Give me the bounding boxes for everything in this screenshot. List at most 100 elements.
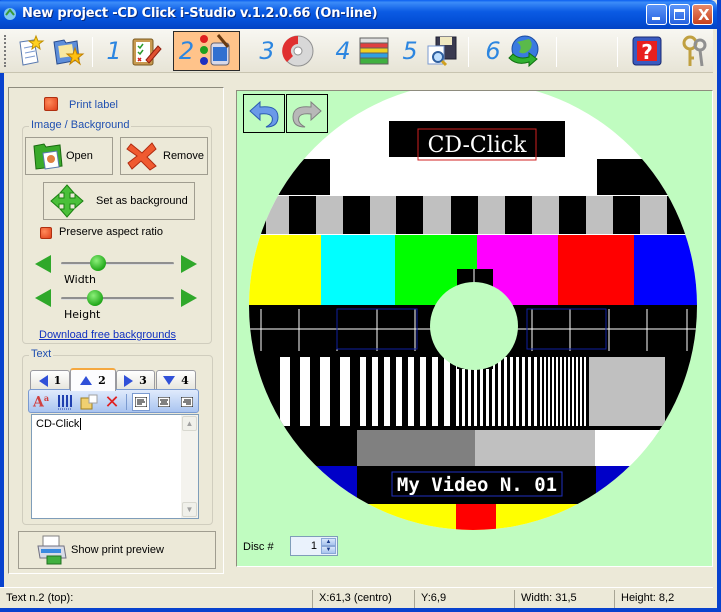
gray-scale-dark xyxy=(357,430,475,466)
preserve-aspect-checkbox[interactable] xyxy=(40,227,52,239)
tab-text-2[interactable]: 2 xyxy=(70,368,116,391)
step-number: 2 xyxy=(178,37,195,65)
text-tools-bar: Aa ✕ xyxy=(28,389,199,413)
toolbar-grip[interactable] xyxy=(4,35,6,67)
tools-separator xyxy=(126,394,127,410)
resolution-bar xyxy=(300,357,310,426)
resolution-bar xyxy=(408,357,414,426)
remove-label: Remove xyxy=(163,150,204,162)
width-decrease-arrow-icon[interactable] xyxy=(35,255,51,273)
checker-black-block xyxy=(613,196,640,234)
height-increase-arrow-icon[interactable] xyxy=(181,289,197,307)
color-bar xyxy=(634,235,697,305)
redo-button[interactable] xyxy=(286,94,328,133)
step-5-button[interactable]: 5 xyxy=(400,31,460,71)
scroll-down-button[interactable]: ▼ xyxy=(182,502,197,517)
barcode-icon xyxy=(58,395,72,410)
align-left-button[interactable] xyxy=(132,393,150,411)
tab-text-4[interactable]: 4 xyxy=(156,370,196,390)
barcode-button[interactable] xyxy=(56,393,74,411)
step-number: 6 xyxy=(485,37,501,65)
settings-button[interactable] xyxy=(676,31,712,71)
spin-down-button[interactable]: ▼ xyxy=(321,546,336,554)
resolution-bars xyxy=(280,357,586,426)
step-number: 3 xyxy=(259,37,275,65)
open-project-button[interactable] xyxy=(50,31,86,71)
status-y: Y:6,9 xyxy=(418,590,515,608)
group-title: Image / Background xyxy=(29,119,132,131)
checker-black-block xyxy=(396,196,423,234)
tab-text-1[interactable]: 1 xyxy=(30,370,70,390)
resolution-bar xyxy=(534,357,537,426)
checker-black-block xyxy=(667,196,694,234)
resolution-bar xyxy=(360,357,366,426)
tab-text-3[interactable]: 3 xyxy=(116,370,155,390)
delete-text-button[interactable]: ✕ xyxy=(103,392,121,413)
printer-icon xyxy=(37,535,67,565)
minimize-button[interactable] xyxy=(646,4,667,25)
align-left-icon xyxy=(135,397,147,407)
tab-label: 1 xyxy=(53,374,62,387)
height-slider-track[interactable] xyxy=(61,297,174,300)
status-bar: Text n.2 (top): X:61,3 (centro) Y:6,9 Wi… xyxy=(0,587,713,608)
step-1-button[interactable]: 1 xyxy=(104,31,164,71)
step-4-button[interactable]: 4 xyxy=(333,31,393,71)
resolution-bar xyxy=(396,357,402,426)
print-label-checkbox[interactable] xyxy=(44,97,58,111)
align-right-icon xyxy=(181,397,193,407)
maximize-button[interactable] xyxy=(669,4,690,25)
step-6-button[interactable]: 6 xyxy=(483,31,543,71)
set-as-background-button[interactable]: Set as background xyxy=(43,182,195,220)
align-center-button[interactable] xyxy=(155,393,173,411)
remove-x-icon xyxy=(126,142,157,171)
text-scrollbar[interactable]: ▲ ▼ xyxy=(181,415,198,518)
resolution-bar xyxy=(528,357,531,426)
step-number: 5 xyxy=(402,37,418,65)
folder-picture-icon xyxy=(33,143,63,170)
color-bar xyxy=(249,235,321,305)
show-print-preview-label: Show print preview xyxy=(71,544,164,556)
step-3-button[interactable]: 3 xyxy=(257,31,317,71)
toolbar-separator xyxy=(556,37,557,67)
align-right-button[interactable] xyxy=(178,393,196,411)
resolution-bar xyxy=(444,357,450,426)
step-2-button[interactable]: 2 xyxy=(173,31,240,71)
upper-right-black-block xyxy=(597,159,697,195)
close-button[interactable]: X xyxy=(692,4,713,25)
toolbar-separator xyxy=(468,37,469,67)
resolution-bar xyxy=(564,357,566,426)
download-backgrounds-link[interactable]: Download free backgrounds xyxy=(39,329,176,341)
width-increase-arrow-icon[interactable] xyxy=(181,255,197,273)
group-title: Text xyxy=(29,348,54,360)
height-decrease-arrow-icon[interactable] xyxy=(35,289,51,307)
resolution-bar xyxy=(516,357,519,426)
font-button[interactable]: Aa xyxy=(32,393,50,411)
show-print-preview-button[interactable]: Show print preview xyxy=(18,531,216,569)
width-label: Width xyxy=(64,273,96,286)
step-number: 1 xyxy=(106,37,122,65)
width-slider-knob[interactable] xyxy=(90,255,107,271)
new-project-button[interactable] xyxy=(14,31,48,71)
disc-number-spinner[interactable]: 1 ▲ ▼ xyxy=(290,536,338,556)
checker-black-block xyxy=(289,196,316,234)
open-label: Open xyxy=(66,150,93,162)
resolution-bar xyxy=(372,357,378,426)
text-input-area[interactable]: CD-Click​ ▲ ▼ xyxy=(31,414,199,519)
cd-label-preview[interactable]: CD-Click My Video N. 01 xyxy=(237,91,714,568)
clipboard-pencil-icon xyxy=(132,38,162,66)
resolution-bar xyxy=(544,357,546,426)
remove-image-button[interactable]: Remove xyxy=(120,137,208,175)
checker-black-block xyxy=(559,196,586,234)
label-canvas[interactable]: CD-Click My Video N. 01 xyxy=(236,90,713,567)
scroll-up-button[interactable]: ▲ xyxy=(182,416,197,431)
width-slider-track[interactable] xyxy=(61,262,174,265)
help-button[interactable]: ? xyxy=(627,31,667,71)
resolution-bar xyxy=(576,357,578,426)
open-image-button[interactable]: Open xyxy=(25,137,113,175)
disc-number-value: 1 xyxy=(310,540,317,552)
height-label: Height xyxy=(64,308,101,321)
keys-icon xyxy=(682,35,707,67)
undo-button[interactable] xyxy=(243,94,285,133)
insert-field-button[interactable] xyxy=(80,393,98,411)
spin-up-button[interactable]: ▲ xyxy=(321,538,336,546)
